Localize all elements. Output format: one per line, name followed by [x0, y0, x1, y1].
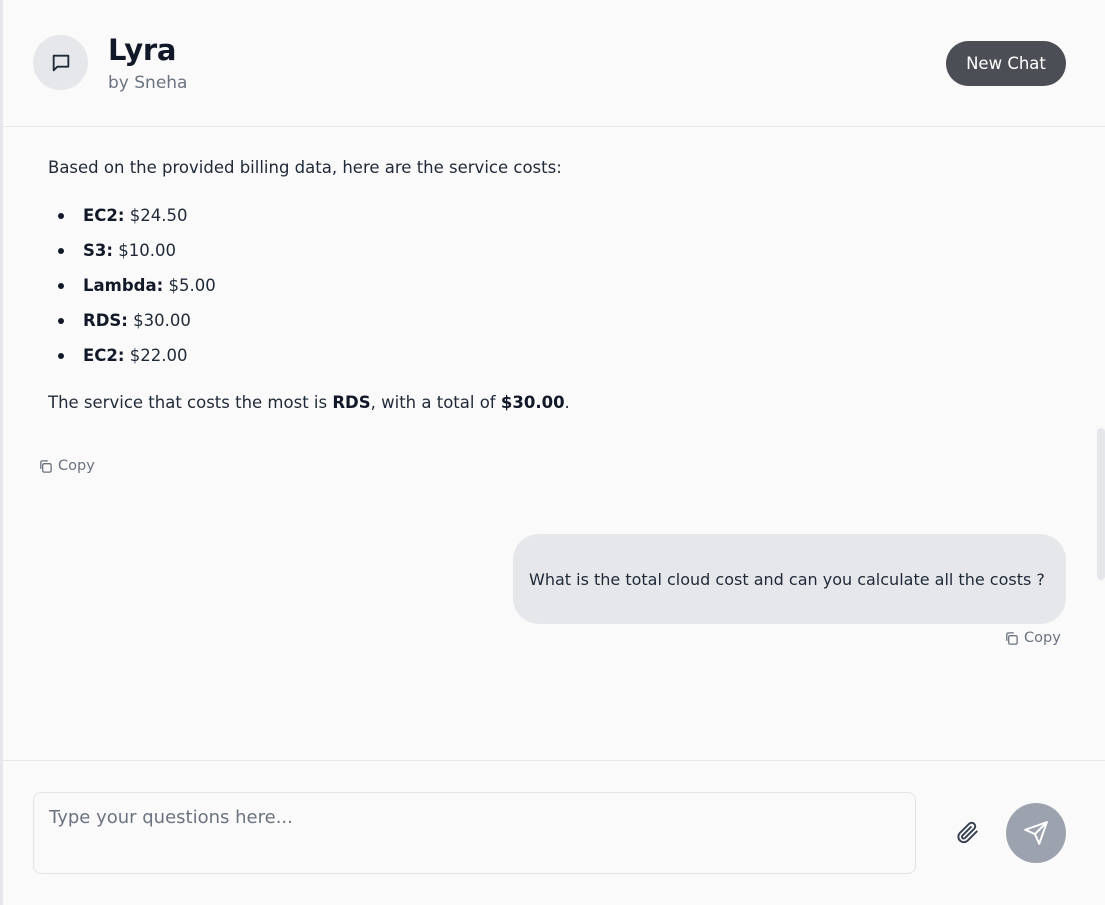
avatar [33, 35, 88, 90]
service-cost: $5.00 [168, 276, 216, 295]
send-icon [1024, 821, 1048, 845]
summary-prefix: The service that costs the most is [48, 393, 333, 412]
copy-icon [40, 459, 52, 473]
service-name: EC2: [83, 206, 125, 225]
scrollbar-thumb[interactable] [1097, 428, 1105, 580]
cost-list: EC2: $24.50 S3: $10.00 Lambda: $5.00 RDS… [48, 203, 808, 378]
summary-service: RDS [332, 393, 371, 412]
copy-icon [1006, 631, 1018, 645]
message-input[interactable] [33, 792, 916, 874]
list-item: Lambda: $5.00 [48, 273, 808, 308]
assistant-summary: The service that costs the most is RDS, … [48, 390, 808, 416]
service-name: EC2: [83, 346, 125, 365]
summary-suffix: . [564, 393, 570, 412]
list-item: EC2: $24.50 [48, 203, 808, 238]
list-item: EC2: $22.00 [48, 343, 808, 378]
chat-messages: Based on the provided billing data, here… [3, 127, 1105, 760]
assistant-message: Based on the provided billing data, here… [48, 155, 808, 416]
user-message: What is the total cloud cost and can you… [513, 534, 1066, 624]
composer [3, 760, 1105, 905]
chat-app: Lyra by Sneha New Chat Based on the prov… [0, 0, 1105, 905]
copy-user-button[interactable]: Copy [1004, 630, 1061, 646]
paperclip-icon [957, 821, 978, 844]
chat-bubble-icon [52, 54, 69, 71]
copy-label: Copy [1024, 630, 1061, 646]
send-button[interactable] [1006, 803, 1066, 863]
list-item: S3: $10.00 [48, 238, 808, 273]
page-title: Lyra [108, 33, 177, 67]
attach-button[interactable] [953, 818, 981, 846]
page-subtitle: by Sneha [108, 73, 188, 93]
service-cost: $22.00 [129, 346, 188, 365]
service-cost: $30.00 [133, 311, 191, 330]
list-item: RDS: $30.00 [48, 308, 808, 343]
user-message-text: What is the total cloud cost and can you… [529, 569, 1045, 589]
service-name: Lambda: [83, 276, 164, 295]
chat-header: Lyra by Sneha New Chat [3, 0, 1105, 127]
service-name: S3: [83, 241, 113, 260]
service-name: RDS: [83, 311, 128, 330]
summary-middle: , with a total of [370, 393, 501, 412]
summary-total: $30.00 [500, 393, 565, 412]
service-cost: $10.00 [118, 241, 176, 260]
copy-assistant-button[interactable]: Copy [38, 458, 95, 474]
assistant-intro: Based on the provided billing data, here… [48, 158, 562, 177]
new-chat-button[interactable]: New Chat [946, 41, 1066, 86]
copy-label: Copy [58, 458, 95, 474]
service-cost: $24.50 [129, 206, 188, 225]
